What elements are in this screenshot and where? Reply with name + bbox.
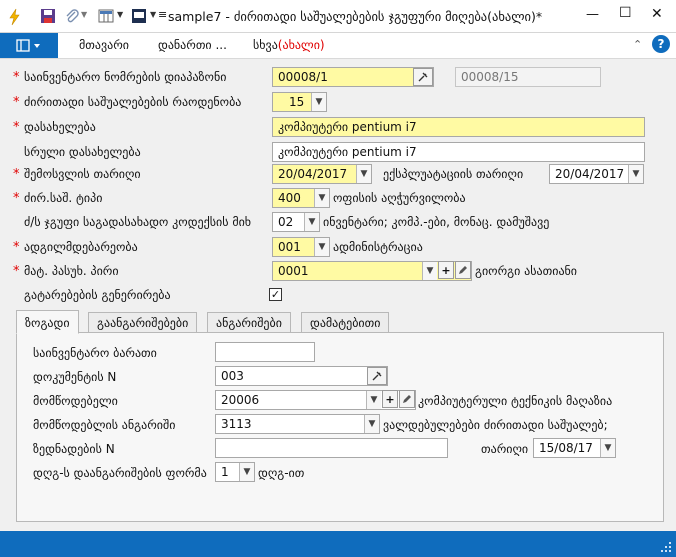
- columns-icon[interactable]: [98, 8, 114, 24]
- required-marker: *: [13, 167, 20, 182]
- supplier-label: მომწოდებელი: [33, 394, 118, 408]
- menu-other-label: სხვა: [253, 38, 278, 52]
- quantity-dropdown-icon[interactable]: ▼: [311, 93, 326, 111]
- document-number-edit-button[interactable]: [367, 367, 387, 385]
- document-number-label: დოკუმენტის N: [33, 370, 117, 384]
- minimize-button[interactable]: —: [586, 7, 599, 22]
- tax-group-label: ძ/ს ჯგუფი საგადასახადო კოდექსის მიხ: [24, 215, 252, 229]
- app-logo-icon: [7, 8, 21, 26]
- required-marker: *: [13, 240, 20, 255]
- columns-dropdown-icon[interactable]: ▼: [117, 10, 123, 19]
- vat-form-description: დღგ-ით: [258, 466, 305, 480]
- vat-form-label: დღგ-ს დაანგარიშების ფორმა: [33, 466, 207, 480]
- receipt-date-dropdown-icon[interactable]: ▼: [356, 165, 371, 183]
- menu-main[interactable]: მთავარი: [79, 38, 129, 52]
- resize-grip-icon[interactable]: [660, 541, 672, 553]
- supplier-account-select[interactable]: 3113: [215, 414, 380, 434]
- attach-dropdown-icon[interactable]: ▼: [81, 10, 87, 19]
- type-description: ოფისის აღჭურვილობა: [333, 191, 466, 205]
- window-title: sample7 - ძირითადი საშუალებების ჯგუფური …: [168, 9, 543, 24]
- required-marker: *: [13, 191, 20, 206]
- inventory-card-input[interactable]: [215, 342, 315, 362]
- name-label: დასახელება: [24, 120, 96, 134]
- layout-dropdown-icon[interactable]: ▼: [150, 10, 156, 19]
- responsible-dropdown-icon[interactable]: ▼: [422, 262, 437, 280]
- quantity-label: ძირითადი საშუალებების რაოდენობა: [24, 95, 242, 109]
- menu-other[interactable]: სხვა(ახალი): [253, 38, 325, 52]
- type-label: ძირ.საშ. ტიპი: [24, 191, 103, 205]
- location-dropdown-icon[interactable]: ▼: [314, 238, 329, 256]
- vat-form-dropdown-icon[interactable]: ▼: [239, 463, 254, 481]
- generate-transactions-label: გატარებების გენერირება: [24, 288, 171, 302]
- receipt-date-label: შემოსვლის თარიღი: [24, 167, 141, 181]
- collapse-ribbon-icon[interactable]: ⌃: [633, 38, 642, 51]
- maximize-button[interactable]: ☐: [619, 5, 632, 21]
- full-name-input[interactable]: კომპიუტერი pentium i7: [272, 142, 645, 162]
- generate-transactions-checkbox[interactable]: ✓: [269, 288, 282, 301]
- document-number-input[interactable]: 003: [215, 366, 388, 386]
- required-marker: *: [13, 95, 20, 110]
- edit-range-button[interactable]: [413, 68, 433, 86]
- supplier-description: კომპიუტერული ტექნიკის მაღაზია: [418, 394, 613, 408]
- required-marker: *: [13, 120, 20, 135]
- date-dropdown-icon[interactable]: ▼: [600, 439, 615, 457]
- invoice-number-label: ზედნადების N: [33, 442, 115, 456]
- tab-additional[interactable]: დამატებითი: [301, 312, 390, 333]
- tax-group-dropdown-icon[interactable]: ▼: [304, 213, 319, 231]
- save-icon[interactable]: [40, 8, 56, 24]
- supplier-account-description: ვალდებულებები ძირითადი საშუალებ;: [383, 418, 608, 432]
- required-marker: *: [13, 70, 20, 85]
- supplier-dropdown-icon[interactable]: ▼: [366, 391, 381, 409]
- tab-accounts[interactable]: ანგარიშები: [207, 312, 291, 333]
- exploitation-date-dropdown-icon[interactable]: ▼: [628, 165, 643, 183]
- supplier-edit-button[interactable]: [399, 390, 415, 408]
- exploitation-date-label: ექსპლუატაციის თარიღი: [383, 167, 524, 181]
- tab-general[interactable]: ზოგადი: [16, 310, 79, 334]
- inventory-range-from-input[interactable]: 00008/1: [272, 67, 434, 87]
- invoice-number-input[interactable]: [215, 438, 448, 458]
- attach-icon[interactable]: [64, 8, 80, 24]
- menu-attachment[interactable]: დანართი ...: [158, 38, 227, 52]
- full-name-label: სრული დასახელება: [24, 145, 141, 159]
- help-label: ?: [657, 37, 665, 51]
- app-menu-button[interactable]: [0, 33, 58, 58]
- tab-calculations[interactable]: გაანგარიშებები: [88, 312, 198, 333]
- layout-icon[interactable]: [131, 8, 147, 24]
- location-description: ადმინისტრაცია: [333, 240, 423, 254]
- date-label: თარიღი: [481, 442, 529, 456]
- inventory-card-label: საინვენტარო ბარათი: [33, 346, 157, 360]
- close-button[interactable]: ✕: [651, 6, 663, 22]
- supplier-account-dropdown-icon[interactable]: ▼: [364, 415, 379, 433]
- type-dropdown-icon[interactable]: ▼: [314, 189, 329, 207]
- inventory-range-to-input: 00008/15: [455, 67, 601, 87]
- responsible-edit-button[interactable]: [455, 261, 471, 279]
- quantity-value: 15: [289, 95, 305, 109]
- responsible-add-button[interactable]: +: [438, 261, 454, 279]
- quick-access-menu-icon[interactable]: ≡: [158, 8, 167, 21]
- supplier-account-label: მომწოდებლის ანგარიში: [33, 418, 176, 432]
- responsible-label: მატ. პასუხ. პირი: [24, 264, 119, 278]
- status-bar: [0, 531, 676, 557]
- supplier-add-button[interactable]: +: [382, 390, 398, 408]
- location-label: ადგილმდებარეობა: [24, 240, 138, 254]
- name-input[interactable]: კომპიუტერი pentium i7: [272, 117, 645, 137]
- responsible-description: გიორგი ასათიანი: [475, 264, 578, 278]
- tax-group-description: ინვენტარი; კომპ.-ები, მონაც. დამუშავე: [323, 215, 550, 229]
- menu-new-tag: (ახალი): [277, 38, 325, 52]
- required-marker: *: [13, 264, 20, 279]
- inventory-range-label: საინვენტარო ნომრების დიაპაზონი: [24, 70, 227, 84]
- help-icon[interactable]: ?: [652, 35, 670, 53]
